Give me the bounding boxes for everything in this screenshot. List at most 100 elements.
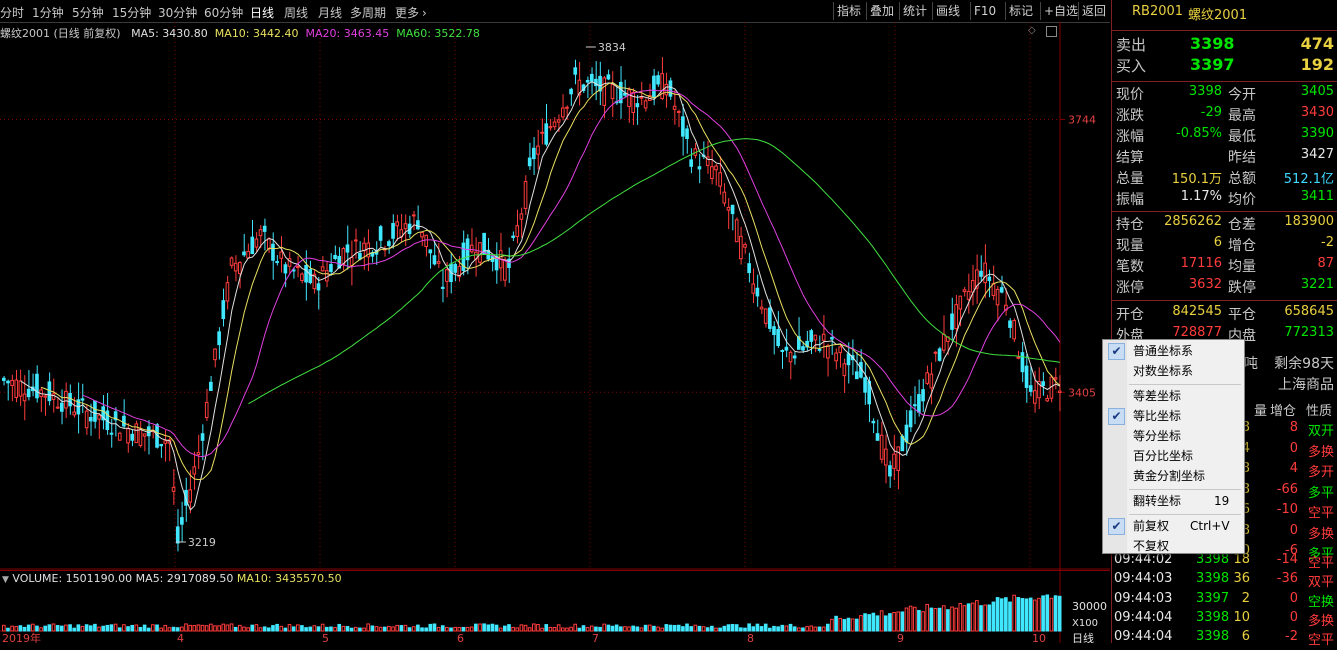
volume-bar	[627, 626, 631, 632]
toolbar-button-0[interactable]: 指标	[833, 2, 864, 20]
candle-body	[267, 238, 271, 250]
volume-bar	[552, 626, 557, 632]
menu-item-3[interactable]: 等差坐标	[1104, 387, 1243, 406]
sell-row-volume: 474	[1300, 34, 1334, 53]
period-tab-6[interactable]: 日线	[250, 4, 274, 21]
menu-item-12[interactable]: 不复权	[1104, 537, 1243, 556]
volume-bar	[146, 627, 151, 632]
menu-item-4[interactable]: ✔ 等比坐标	[1104, 407, 1243, 426]
tick-time: 09:44:04	[1114, 629, 1173, 645]
candle-body	[569, 88, 573, 95]
candle-body	[175, 526, 180, 544]
volume-bar	[68, 624, 72, 632]
toolbar-button-6[interactable]: +自选	[1040, 2, 1081, 20]
candle-body	[130, 433, 134, 441]
volume-chart[interactable]: 30000 X100 2019年 4 5 6 7 8 9 10 日线 ▼ VOLUME: 15011…	[0, 570, 1110, 645]
volume-bar	[229, 623, 234, 632]
volume-bar	[838, 617, 843, 632]
date-period-button[interactable]: 日线	[1072, 631, 1094, 645]
toolbar-button-7[interactable]: 返回	[1078, 2, 1109, 20]
period-tab-label: 分时	[0, 6, 25, 20]
candle-body	[676, 110, 681, 113]
candlestick-svg[interactable]: 3744 3405 3834 3219	[0, 22, 1110, 570]
volume-bar	[726, 624, 731, 632]
menu-item-5[interactable]: 等分坐标	[1104, 427, 1243, 446]
volume-expand-icon[interactable]: ▼	[2, 575, 9, 585]
menu-item-1[interactable]: 对数坐标系	[1104, 362, 1243, 381]
volume-bar	[511, 626, 515, 632]
candle-body	[358, 253, 362, 260]
quote-row-label-a: 振幅	[1116, 192, 1144, 208]
toolbar-button-4[interactable]: F10	[970, 2, 999, 20]
menu-item-11[interactable]: ✔ 前复权 Ctrl+V	[1104, 517, 1243, 536]
volume-bar	[51, 623, 56, 632]
candle-body	[792, 355, 797, 359]
volume-bar	[929, 607, 934, 632]
candle-body	[730, 204, 735, 215]
candle-body	[1033, 390, 1037, 404]
period-tab-5[interactable]: 60分钟	[204, 4, 243, 21]
volume-bar	[962, 605, 967, 632]
sell-row: 卖出 3398 474	[1112, 34, 1337, 56]
candle-body	[697, 166, 702, 170]
volume-bar	[660, 627, 664, 632]
quote-row-value-b: 3390	[1300, 126, 1334, 141]
period-tab-9[interactable]: 多周期	[350, 4, 386, 21]
volume-bar	[324, 626, 329, 632]
volume-ma10: MA10: 3435570.50	[236, 572, 342, 585]
quote-row-label-b: 最高	[1228, 108, 1256, 124]
period-tab-8[interactable]: 月线	[318, 4, 342, 21]
period-tab-7[interactable]: 周线	[284, 4, 308, 21]
period-tab-4[interactable]: 30分钟	[158, 4, 197, 21]
period-tab-2[interactable]: 5分钟	[72, 4, 104, 21]
candles	[2, 57, 1062, 552]
chart-settings-icon[interactable]	[1046, 26, 1057, 37]
toolbar-button-3[interactable]: 画线	[932, 2, 963, 20]
volume-bar	[610, 625, 615, 632]
menu-item-6[interactable]: 百分比坐标	[1104, 447, 1243, 466]
volume-bar	[515, 627, 520, 632]
toolbar-button-2[interactable]: 统计	[899, 2, 930, 20]
candle-body	[842, 363, 847, 377]
chart-diamond-icon[interactable]: ◇	[1028, 25, 1036, 36]
candle-body	[544, 123, 549, 145]
tick-position-change: 0	[1289, 440, 1298, 456]
candle-body	[213, 348, 217, 361]
volume-bar	[159, 627, 163, 632]
axis-context-menu: ✔ 普通坐标系 对数坐标系等差坐标 ✔ 等比坐标 等分坐标 百分比坐标 黄金分割坐标 翻转坐标 1…	[1102, 339, 1245, 554]
volume-bar	[950, 606, 954, 632]
toolbar-button-5[interactable]: 标记	[1005, 2, 1036, 20]
menu-item-0[interactable]: ✔ 普通坐标系	[1104, 342, 1243, 361]
candle-body	[710, 166, 714, 179]
volume-bar	[180, 626, 184, 632]
volume-bar	[854, 618, 859, 632]
volume-bar	[126, 626, 130, 632]
volume-bar	[763, 623, 768, 632]
candlestick-chart[interactable]: 3744 3405 3834 3219 螺纹2001 (日线 前复权) MA5: 34…	[0, 22, 1110, 570]
quote-row-value-b: 3405	[1300, 84, 1334, 99]
toolbar-button-1[interactable]: 叠加	[866, 2, 897, 20]
volume-bar	[490, 623, 495, 632]
period-tab-1[interactable]: 1分钟	[32, 4, 64, 21]
period-tab-10[interactable]: 更多 ›	[395, 4, 427, 21]
candle-body	[254, 238, 259, 248]
volume-bar	[1028, 597, 1033, 632]
tick-header-2: 性质	[1306, 404, 1333, 419]
period-tab-3[interactable]: 15分钟	[112, 4, 151, 21]
candle-body	[933, 351, 938, 354]
menu-item-9[interactable]: 翻转坐标 19	[1104, 492, 1243, 511]
candle-body	[188, 489, 192, 503]
open-row-value-b: 658645	[1284, 304, 1334, 319]
volume-bar	[618, 626, 623, 632]
volume-bar	[797, 627, 801, 632]
buy-row-price: 3397	[1190, 55, 1235, 74]
period-tab-0[interactable]: 分时	[0, 4, 24, 21]
menu-item-7[interactable]: 黄金分割坐标	[1104, 467, 1243, 486]
candle-body	[755, 287, 760, 297]
candle-body	[159, 443, 163, 447]
volume-bar	[440, 625, 445, 632]
candle-body	[950, 313, 954, 330]
candle-body	[739, 235, 743, 260]
candle-body	[436, 261, 441, 264]
volume-bar	[652, 625, 656, 632]
